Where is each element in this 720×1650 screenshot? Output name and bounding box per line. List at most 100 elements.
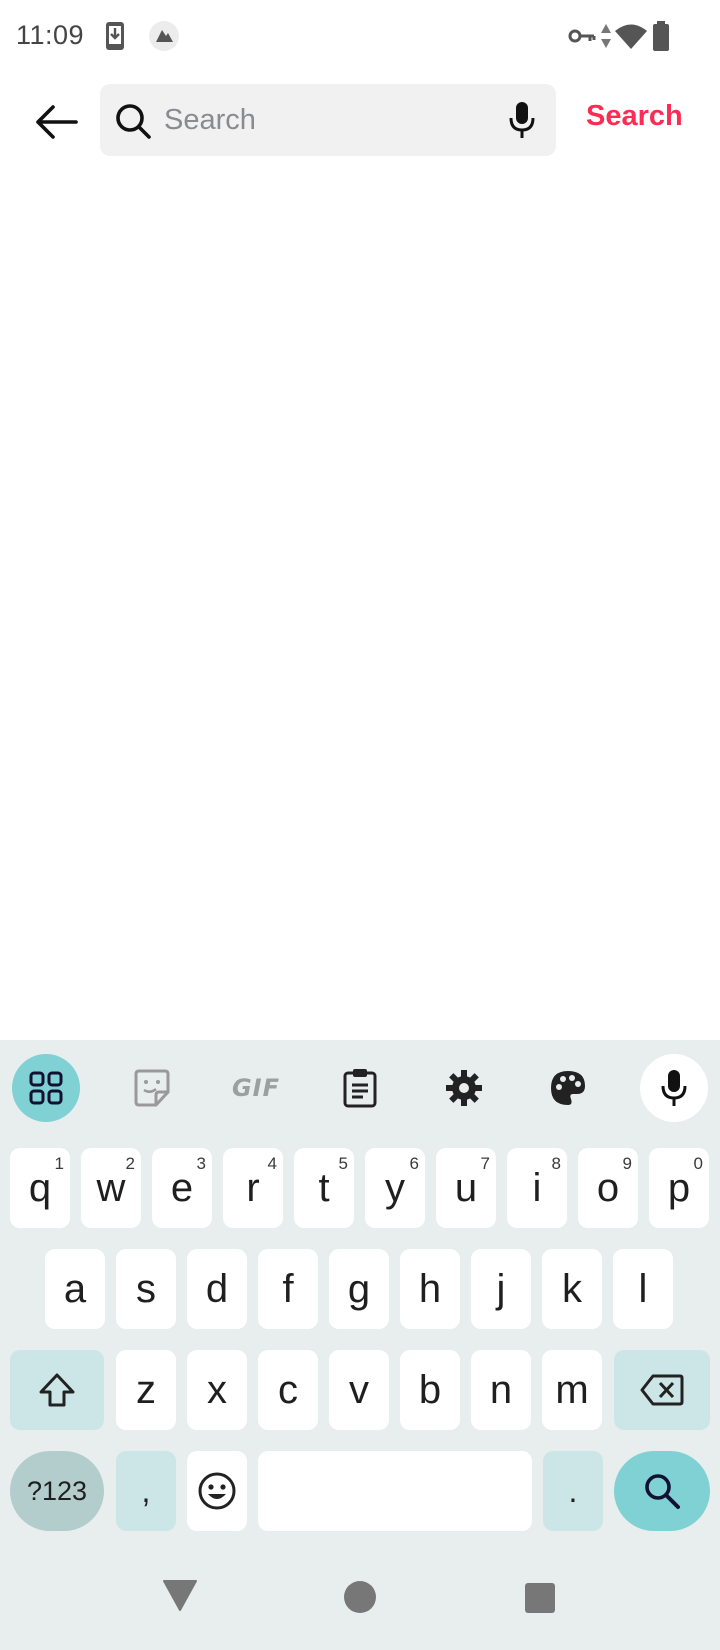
key-k[interactable]: k xyxy=(542,1249,602,1329)
key-hint: 8 xyxy=(551,1154,561,1173)
key-hint: 5 xyxy=(338,1154,348,1173)
gear-icon xyxy=(446,1070,482,1106)
key-q[interactable]: q1 xyxy=(10,1148,70,1228)
theme-button[interactable] xyxy=(534,1054,602,1122)
key-label: h xyxy=(418,1266,442,1311)
shift-icon xyxy=(39,1373,75,1407)
symbols-key[interactable]: ?123 xyxy=(10,1451,104,1531)
keyboard-settings-button[interactable] xyxy=(430,1054,498,1122)
sticker-button[interactable] xyxy=(118,1054,186,1122)
key-label: p xyxy=(667,1165,691,1210)
triangle-back-icon xyxy=(163,1580,197,1611)
clipboard-button[interactable] xyxy=(326,1054,394,1122)
period-key[interactable]: . xyxy=(543,1451,603,1531)
key-label: i xyxy=(532,1165,542,1210)
circle-home-icon xyxy=(344,1581,376,1613)
space-key[interactable] xyxy=(258,1451,532,1531)
nav-recents-button[interactable] xyxy=(524,1582,556,1619)
key-label: d xyxy=(205,1266,229,1311)
key-label: e xyxy=(170,1165,194,1210)
key-p[interactable]: p0 xyxy=(649,1148,709,1228)
nav-back-button[interactable] xyxy=(162,1578,198,1617)
key-b[interactable]: b xyxy=(400,1350,460,1430)
arrow-left-icon xyxy=(36,105,78,139)
search-header: Search xyxy=(0,72,720,172)
emoji-key[interactable] xyxy=(187,1451,247,1531)
key-hint: 0 xyxy=(693,1154,703,1173)
key-label: a xyxy=(63,1266,87,1311)
gif-button[interactable]: GIF xyxy=(222,1054,290,1122)
key-h[interactable]: h xyxy=(400,1249,460,1329)
key-e[interactable]: e3 xyxy=(152,1148,212,1228)
gif-label: GIF xyxy=(231,1074,281,1102)
key-label: , xyxy=(141,1472,151,1509)
key-g[interactable]: g xyxy=(329,1249,389,1329)
key-label: ?123 xyxy=(26,1475,88,1506)
data-activity-icon xyxy=(600,22,612,55)
keyboard-voice-button[interactable] xyxy=(640,1054,708,1122)
search-icon xyxy=(645,1474,680,1509)
shift-key[interactable] xyxy=(10,1350,104,1430)
keyboard-apps-button[interactable] xyxy=(12,1054,80,1122)
key-label: t xyxy=(318,1165,330,1210)
key-u[interactable]: u7 xyxy=(436,1148,496,1228)
key-x[interactable]: x xyxy=(187,1350,247,1430)
key-hint: 3 xyxy=(196,1154,206,1173)
key-n[interactable]: n xyxy=(471,1350,531,1430)
keyboard-search-key[interactable] xyxy=(614,1451,710,1531)
keyboard-toolbar: GIF xyxy=(0,1040,720,1136)
nav-home-button[interactable] xyxy=(343,1580,377,1619)
key-label: b xyxy=(418,1367,442,1412)
square-recents-icon xyxy=(525,1583,555,1613)
microphone-icon xyxy=(509,102,535,138)
key-hint: 6 xyxy=(409,1154,419,1173)
search-input[interactable] xyxy=(164,98,484,142)
key-label: q xyxy=(28,1165,52,1210)
key-label: c xyxy=(278,1367,298,1412)
key-label: x xyxy=(207,1367,227,1412)
key-label: . xyxy=(568,1472,578,1509)
key-a[interactable]: a xyxy=(45,1249,105,1329)
status-bar: 11:09 xyxy=(0,0,720,72)
key-l[interactable]: l xyxy=(613,1249,673,1329)
key-o[interactable]: o9 xyxy=(578,1148,638,1228)
key-label: o xyxy=(596,1165,620,1210)
key-v[interactable]: v xyxy=(329,1350,389,1430)
search-box[interactable] xyxy=(100,84,556,156)
key-z[interactable]: z xyxy=(116,1350,176,1430)
key-i[interactable]: i8 xyxy=(507,1148,567,1228)
wifi-icon xyxy=(614,22,648,55)
key-r[interactable]: r4 xyxy=(223,1148,283,1228)
vpn-key-icon xyxy=(568,24,596,53)
key-j[interactable]: j xyxy=(471,1249,531,1329)
key-hint: 7 xyxy=(480,1154,490,1173)
key-c[interactable]: c xyxy=(258,1350,318,1430)
microphone-icon xyxy=(661,1070,687,1106)
search-icon xyxy=(114,102,152,145)
clipboard-icon xyxy=(343,1069,377,1108)
comma-key[interactable]: , xyxy=(116,1451,176,1531)
emoji-icon xyxy=(198,1472,236,1510)
key-label: z xyxy=(136,1367,156,1412)
key-hint: 2 xyxy=(125,1154,135,1173)
key-label: w xyxy=(96,1165,126,1210)
back-button[interactable] xyxy=(28,94,84,150)
key-f[interactable]: f xyxy=(258,1249,318,1329)
key-y[interactable]: y6 xyxy=(365,1148,425,1228)
key-label: j xyxy=(496,1266,506,1311)
key-t[interactable]: t5 xyxy=(294,1148,354,1228)
download-notification-icon xyxy=(104,20,126,57)
key-m[interactable]: m xyxy=(542,1350,602,1430)
backspace-key[interactable] xyxy=(614,1350,710,1430)
key-label: y xyxy=(385,1165,405,1210)
key-label: n xyxy=(489,1367,513,1412)
key-label: u xyxy=(454,1165,478,1210)
key-d[interactable]: d xyxy=(187,1249,247,1329)
key-w[interactable]: w2 xyxy=(81,1148,141,1228)
voice-search-button[interactable] xyxy=(500,98,544,142)
key-s[interactable]: s xyxy=(116,1249,176,1329)
key-label: k xyxy=(562,1266,582,1311)
sticker-icon xyxy=(134,1069,170,1107)
apps-grid-icon xyxy=(29,1071,63,1105)
search-submit-button[interactable]: Search xyxy=(586,100,683,133)
